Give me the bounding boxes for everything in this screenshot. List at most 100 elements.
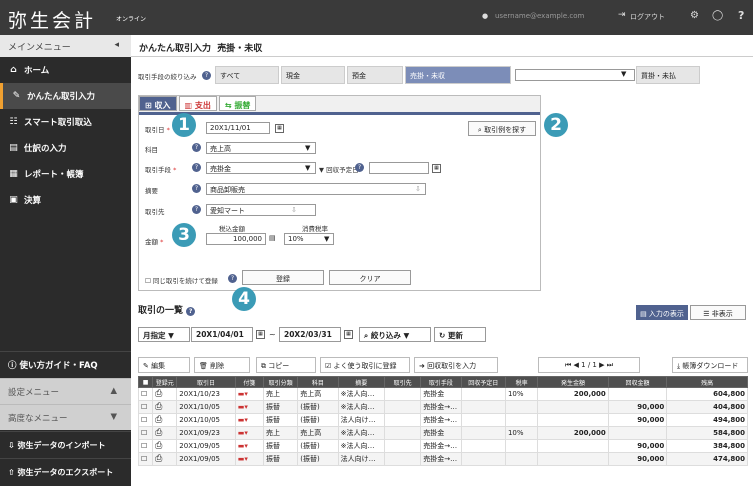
guide-faq-link[interactable]: ⓘ 使い方ガイド・FAQ [0, 351, 131, 378]
row-checkbox[interactable]: ☐ [137, 413, 154, 427]
help-icon[interactable]: ? [355, 163, 364, 172]
help-icon[interactable]: ? [192, 163, 201, 172]
sticky-note-icon[interactable]: ▬▾ [234, 387, 264, 401]
settings-icon[interactable]: ⚙ [690, 10, 699, 21]
sticky-note-icon[interactable]: ▬▾ [234, 426, 264, 440]
table-row[interactable]: ☐ ⎙ 20X1/10/23 ▬▾ 売上 売上高 ※法人向… 売掛金 10% 200,000 604… [137, 387, 748, 401]
tab-income[interactable]: ⊞ 収入 [139, 96, 177, 111]
help-icon[interactable]: ? [192, 143, 201, 152]
column-header[interactable]: 科目 [297, 376, 339, 388]
tab-transfer[interactable]: ⇆ 振替 [218, 96, 257, 111]
calendar-icon[interactable]: ▦ [344, 330, 353, 339]
column-header[interactable]: 取引先 [383, 376, 422, 388]
import-data-button[interactable]: ⇩ 弥生データのインポート [0, 431, 131, 457]
clear-button[interactable]: クリア [329, 270, 411, 285]
chat-icon[interactable]: ◯ [712, 10, 723, 21]
find-example-button[interactable]: ⌕ 取引例を探す [468, 121, 536, 136]
calendar-icon[interactable]: ▦ [275, 124, 284, 133]
table-row[interactable]: ☐ ⎙ 20X1/10/05 ▬▾ 振替 (振替) 法人向け… 売掛金→… 90,000 494,… [137, 413, 748, 427]
help-icon[interactable]: ? [202, 71, 211, 80]
help-icon[interactable]: ? [738, 9, 744, 22]
edit-button[interactable]: ✎ 編集 [138, 357, 190, 373]
column-header[interactable]: 残高 [666, 376, 748, 388]
filter-button[interactable]: ⌕ 絞り込み ▼ [359, 327, 431, 342]
table-row[interactable]: ☐ ⎙ 20X1/09/23 ▬▾ 売上 売上高 ※法人向… 売掛金 10% 200,000 584… [137, 426, 748, 440]
method-select[interactable] [515, 69, 635, 81]
refresh-button[interactable]: ↻ 更新 [434, 327, 486, 342]
amount-input[interactable]: 100,000 [206, 233, 266, 245]
method-option-deposit[interactable]: 預金 [347, 66, 403, 84]
download-button[interactable]: ⤓ 帳簿ダウンロード [672, 357, 748, 373]
collapse-icon[interactable]: ◂ [114, 40, 119, 50]
column-header[interactable]: 取引手段 [420, 376, 462, 388]
period-mode-select[interactable]: 月指定 ▼ [138, 327, 190, 342]
column-header[interactable]: 付箋 [234, 376, 264, 388]
column-header[interactable]: 摘要 [337, 376, 385, 388]
to-date-input[interactable]: 20X2/03/31 [279, 327, 341, 342]
calendar-icon[interactable]: ▦ [256, 330, 265, 339]
account-select[interactable]: 売上高 [206, 142, 316, 154]
next-page-icon[interactable]: ▶ [599, 361, 604, 369]
row-checkbox[interactable]: ☐ [137, 439, 154, 453]
last-page-icon[interactable]: ⏭ [607, 361, 613, 369]
sidebar-item-home[interactable]: ⌂ ホーム [0, 57, 131, 83]
sticky-note-icon[interactable]: ▬▾ [234, 439, 264, 453]
help-icon[interactable]: ? [192, 184, 201, 193]
collection-entry-button[interactable]: ➜ 回収取引を入力 [414, 357, 498, 373]
show-input-button[interactable]: ▤ 入力の表示 [636, 305, 688, 320]
column-header[interactable]: 回収金額 [607, 376, 668, 388]
method-option-all[interactable]: すべて [215, 66, 279, 84]
row-checkbox[interactable]: ☐ [137, 426, 154, 440]
method-option-receivable[interactable]: 売掛・未収 [405, 66, 511, 84]
column-header[interactable]: 発生金額 [537, 376, 609, 388]
sidebar-item-closing[interactable]: ▣ 決算 [0, 187, 131, 213]
select-all-checkbox[interactable]: ■ [137, 376, 154, 388]
prev-page-icon[interactable]: ◀ [574, 361, 579, 369]
first-page-icon[interactable]: ⏮ [565, 361, 571, 369]
column-header[interactable]: 登録元 [152, 376, 178, 388]
column-header[interactable]: 取引分類 [262, 376, 299, 388]
method-option-payable[interactable]: 買掛・未払 [636, 66, 700, 84]
pager[interactable]: ⏮ ◀ 1 / 1 ▶ ⏭ [538, 357, 640, 373]
delete-button[interactable]: 🗑 削除 [194, 357, 250, 373]
sidebar-item-easy-entry[interactable]: ✎ かんたん取引入力 [0, 83, 131, 109]
table-row[interactable]: ☐ ⎙ 20X1/10/05 ▬▾ 振替 (振替) ※法人向… 売掛金→… 90,000 404,… [137, 400, 748, 414]
calculator-icon[interactable]: ▤ [269, 234, 276, 242]
row-checkbox[interactable]: ☐ [137, 452, 154, 466]
row-checkbox[interactable]: ☐ [137, 387, 154, 401]
continue-checkbox[interactable]: ☐ 同じ取引を続けて登録 [145, 275, 218, 285]
due-date-input[interactable] [369, 162, 429, 174]
advanced-menu[interactable]: 高度なメニュー ▼ [0, 404, 131, 430]
table-row[interactable]: ☐ ⎙ 20X1/09/05 ▬▾ 振替 (振替) ※法人向… 売掛金→… 90,000 384,… [137, 439, 748, 453]
export-data-button[interactable]: ⇧ 弥生データのエクスポート [0, 458, 131, 484]
sticky-note-icon[interactable]: ▬▾ [234, 413, 264, 427]
copy-button[interactable]: ⧉ コピー [256, 357, 316, 373]
sidebar-item-reports[interactable]: ▦ レポート・帳簿 [0, 161, 131, 187]
row-checkbox[interactable]: ☐ [137, 400, 154, 414]
main-menu-header[interactable]: メインメニュー ◂ [0, 35, 131, 57]
help-icon[interactable]: ? [192, 205, 201, 214]
hide-input-button[interactable]: ☰ 非表示 [690, 305, 746, 320]
sticky-note-icon[interactable]: ▬▾ [234, 400, 264, 414]
sidebar-item-smart-import[interactable]: ☷ スマート取引取込 [0, 109, 131, 135]
column-header[interactable]: 税率 [504, 376, 539, 388]
column-header[interactable]: 回収予定日 [460, 376, 506, 388]
register-button[interactable]: 登録 [242, 270, 324, 285]
sticky-note-icon[interactable]: ▬▾ [234, 452, 264, 466]
favorite-register-button[interactable]: ☑ よく使う取引に登録 [320, 357, 410, 373]
partner-input[interactable]: 愛知マート [206, 204, 316, 216]
date-input[interactable]: 20X1/11/01 [206, 122, 270, 134]
help-icon[interactable]: ? [228, 274, 237, 283]
method-input[interactable]: 売掛金 [206, 162, 316, 174]
help-icon[interactable]: ? [186, 307, 196, 316]
from-date-input[interactable]: 20X1/04/01 [191, 327, 253, 342]
logout-icon[interactable]: ⇥ [618, 10, 626, 20]
logout-link[interactable]: ログアウト [630, 12, 665, 22]
settings-menu[interactable]: 設定メニュー ▲ [0, 378, 131, 404]
table-row[interactable]: ☐ ⎙ 20X1/09/05 ▬▾ 振替 (振替) 法人向け… 売掛金→… 90,000 474,… [137, 452, 748, 466]
sidebar-item-journal[interactable]: ▤ 仕訳の入力 [0, 135, 131, 161]
summary-input[interactable]: 商品卸販売 [206, 183, 426, 195]
column-header[interactable]: 取引日 [176, 376, 236, 388]
method-option-cash[interactable]: 現金 [281, 66, 345, 84]
tab-expense[interactable]: ▥ 支出 [178, 96, 217, 111]
